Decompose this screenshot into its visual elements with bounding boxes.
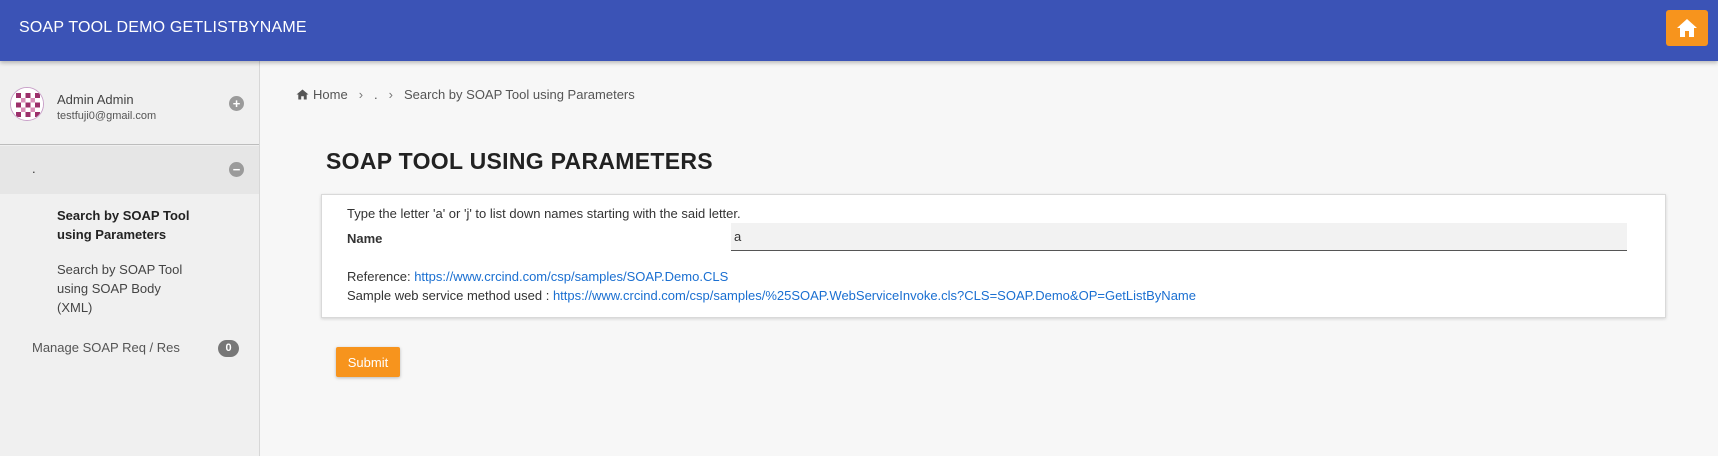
user-name: Admin Admin — [57, 92, 134, 107]
expand-user-button[interactable]: + — [229, 96, 244, 111]
sidebar: Admin Admin testfuji0@gmail.com + . − Se… — [0, 61, 260, 456]
user-profile: Admin Admin testfuji0@gmail.com + — [0, 61, 259, 145]
breadcrumb: Home › . › Search by SOAP Tool using Par… — [296, 87, 635, 102]
sidebar-group[interactable]: . − — [0, 146, 259, 194]
chevron-right-icon: › — [358, 87, 364, 102]
form-panel: Type the letter 'a' or 'j' to list down … — [321, 194, 1666, 318]
avatar — [10, 87, 44, 121]
name-input[interactable] — [731, 223, 1627, 251]
breadcrumb-home[interactable]: Home — [296, 87, 348, 102]
page-title: SOAP TOOL USING PARAMETERS — [326, 148, 713, 174]
reference-link[interactable]: https://www.crcind.com/csp/samples/SOAP.… — [414, 269, 728, 284]
submit-button[interactable]: Submit — [336, 347, 400, 377]
top-navbar: SOAP TOOL DEMO GETLISTBYNAME — [0, 0, 1718, 61]
name-label: Name — [347, 231, 383, 246]
reference-label: Reference: — [347, 269, 415, 284]
breadcrumb-home-label: Home — [313, 87, 348, 102]
chevron-right-icon: › — [388, 87, 393, 102]
home-icon — [296, 89, 309, 100]
instructions-text: Type the letter 'a' or 'j' to list down … — [347, 206, 741, 221]
app-title: SOAP TOOL DEMO GETLISTBYNAME — [19, 19, 307, 36]
sample-method-link[interactable]: https://www.crcind.com/csp/samples/%25SO… — [553, 288, 1196, 303]
sidebar-item-search-parameters[interactable]: Search by SOAP Tool using Parameters — [57, 206, 197, 244]
sample-method-label: Sample web service method used : — [347, 288, 553, 303]
breadcrumb-current: Search by SOAP Tool using Parameters — [404, 87, 635, 102]
sample-method-line: Sample web service method used : https:/… — [347, 288, 1196, 303]
count-badge: 0 — [218, 340, 239, 357]
sidebar-group-label: . — [32, 161, 36, 176]
reference-line: Reference: https://www.crcind.com/csp/sa… — [347, 269, 728, 284]
collapse-group-button[interactable]: − — [229, 162, 244, 177]
home-icon — [1677, 19, 1697, 37]
breadcrumb-middle[interactable]: . — [374, 87, 378, 102]
user-email: testfuji0@gmail.com — [57, 110, 157, 122]
home-button[interactable] — [1666, 10, 1708, 46]
sidebar-item-search-soap-body[interactable]: Search by SOAP Tool using SOAP Body (XML… — [57, 260, 197, 317]
sidebar-item-manage-soap[interactable]: Manage SOAP Req / Res — [32, 340, 180, 355]
